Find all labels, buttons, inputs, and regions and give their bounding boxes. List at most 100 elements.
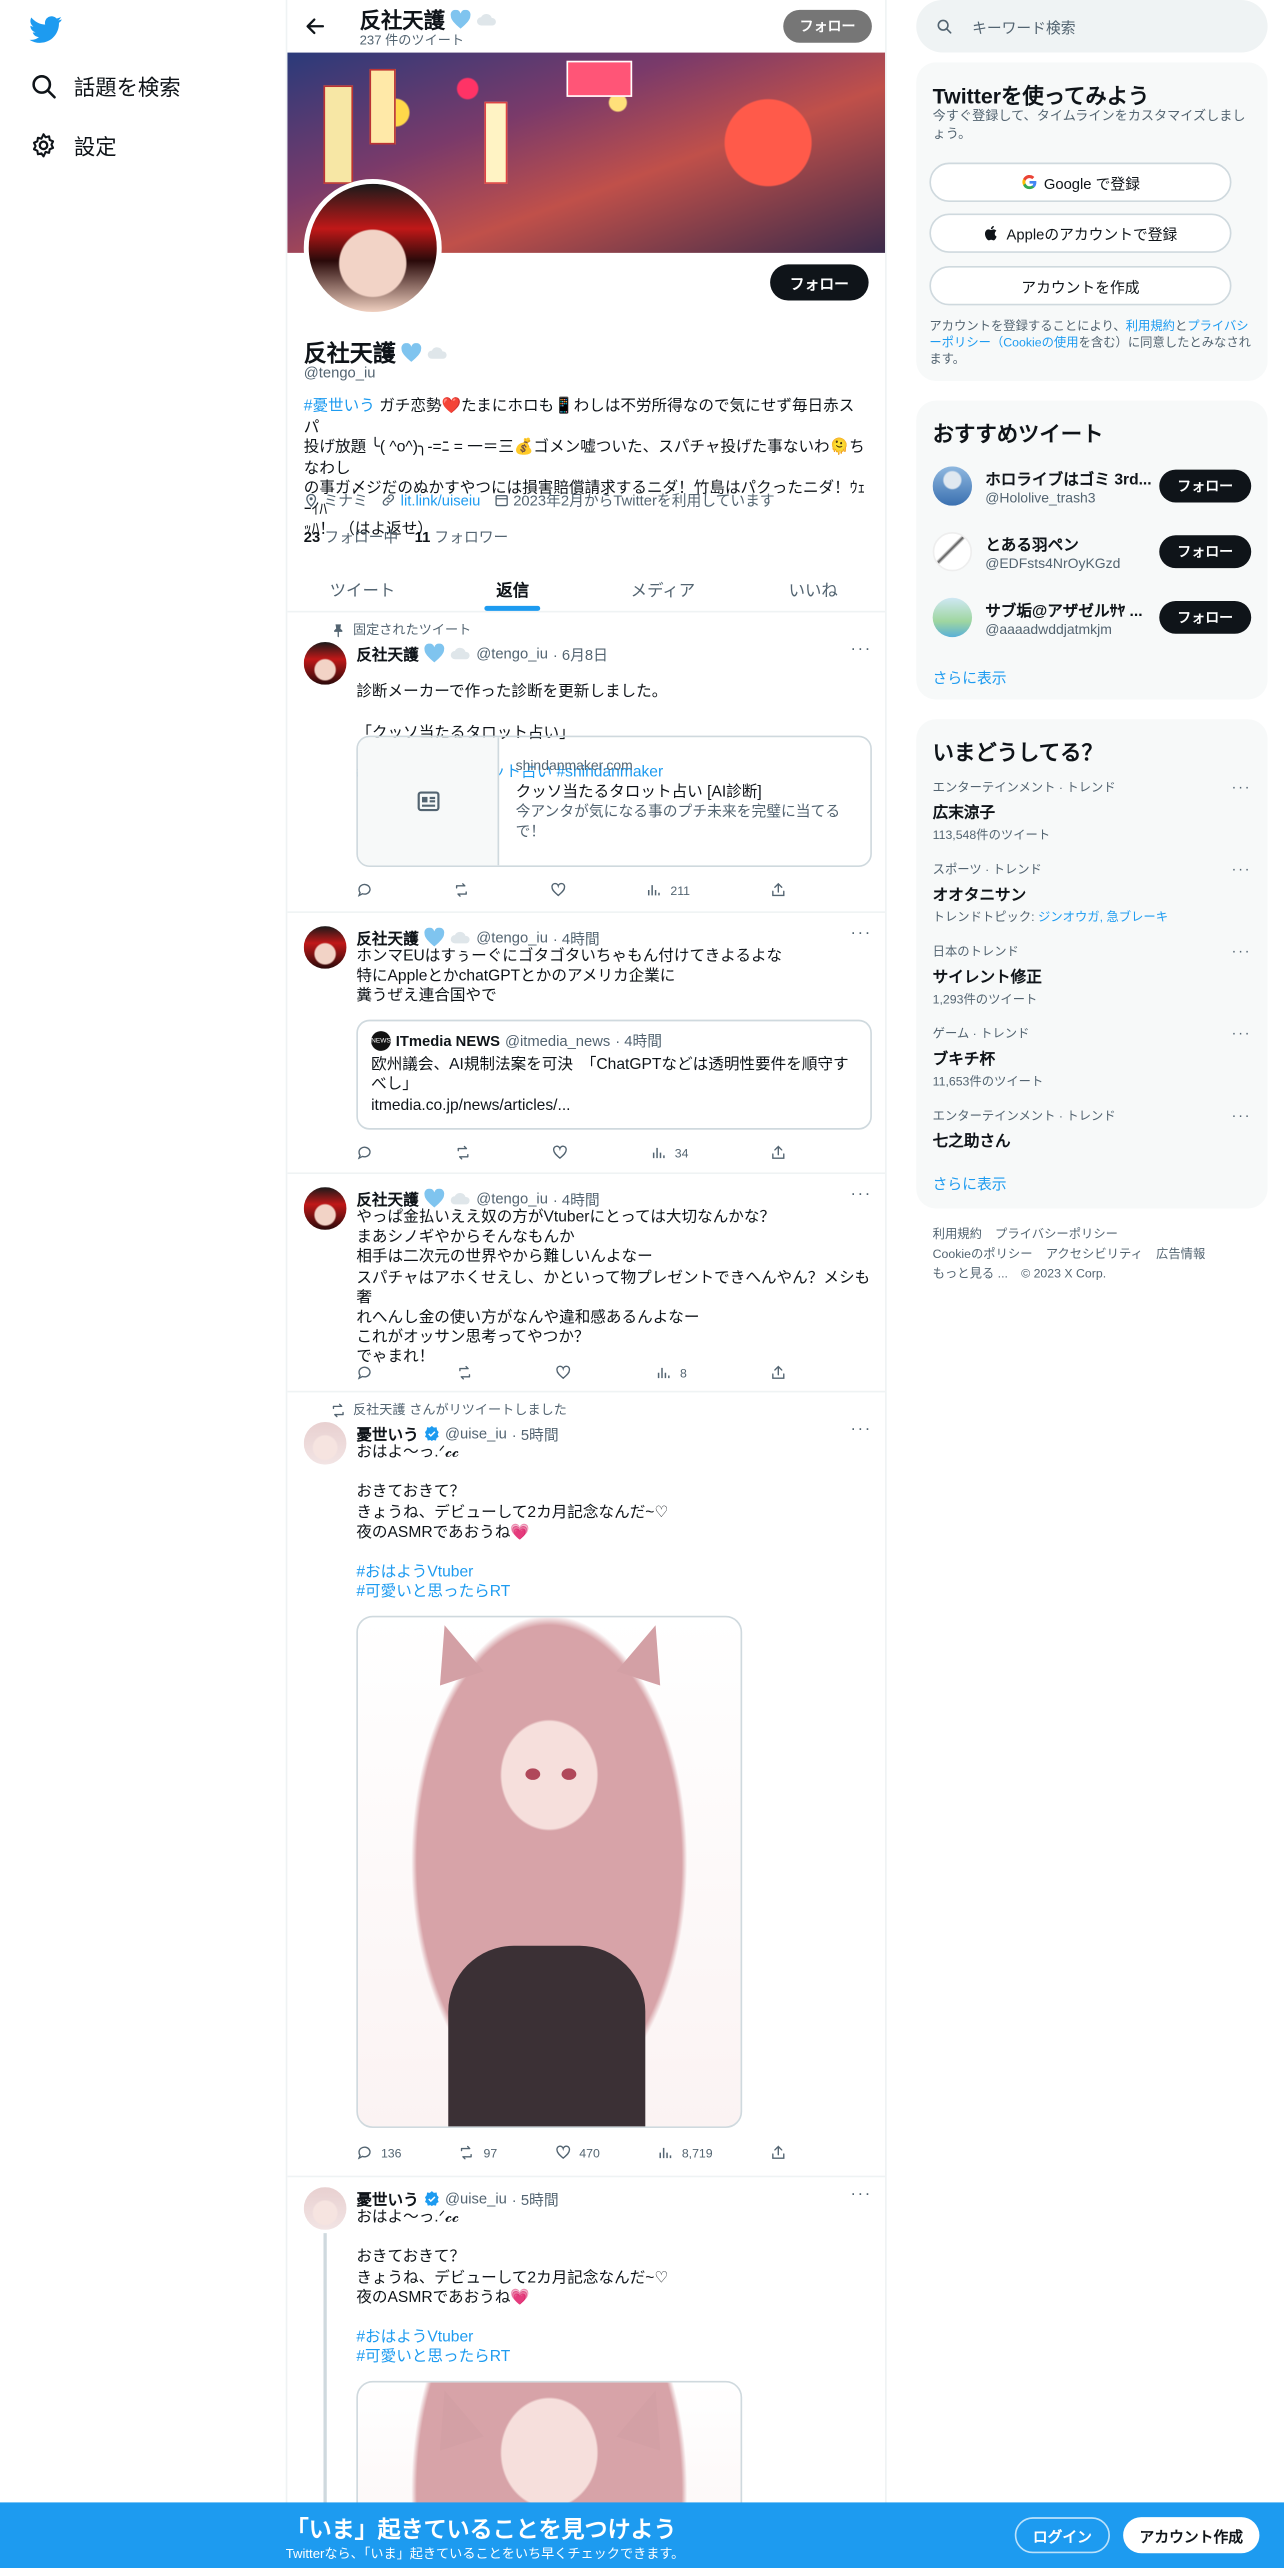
tweet[interactable]: 反社天護 @tengo_iu · 4時間 ··· ホンマEUはすぅーぐにゴタゴタ… [287, 913, 886, 1175]
tweet-time[interactable]: · 5時間 [512, 2188, 559, 2209]
recommended-account[interactable]: ホロライブはゴミ 3rd... @Hololive_trash3 フォロー [932, 466, 1252, 506]
tweet-time[interactable]: · 4時間 [553, 1188, 600, 1209]
retweet-button[interactable] [456, 1363, 472, 1383]
more-options-icon[interactable]: ··· [851, 924, 872, 942]
tab-tweets[interactable]: ツイート [287, 555, 437, 611]
follow-button[interactable]: フォロー [1159, 535, 1252, 569]
followers-link[interactable]: 11 フォロワー [415, 525, 509, 546]
tweet-avatar[interactable] [303, 2187, 347, 2230]
footer-cookie-link[interactable]: Cookieのポリシー [933, 1246, 1033, 1261]
nav-settings[interactable]: 設定 [30, 130, 117, 161]
hashtag-link[interactable]: #おはようVtuber [356, 2328, 872, 2348]
search-input[interactable]: キーワード検索 [916, 0, 1268, 53]
tweet[interactable]: 反社天護 さんがリツイートしました 憂世いう @uise_iu · 5時間 ··… [287, 1392, 886, 2178]
like-button[interactable] [549, 880, 565, 900]
more-options-icon[interactable]: ··· [851, 640, 872, 658]
show-more-link[interactable]: さらに表示 [933, 1172, 1007, 1193]
tweet-avatar[interactable] [303, 642, 347, 685]
trend-item[interactable]: 日本のトレンド サイレント修正 1,293件のツイート ··· [933, 943, 1252, 1009]
share-button[interactable] [770, 880, 786, 900]
cloud-icon [450, 647, 470, 660]
views-button[interactable]: 211 [646, 880, 690, 900]
retweet-button[interactable]: 97 [459, 2143, 497, 2163]
twitter-logo-icon[interactable] [29, 13, 63, 46]
follow-button[interactable]: フォロー [1159, 600, 1252, 634]
recommended-account[interactable]: サブ垢@アザゼルｻﾔ ... @aaaadwddjatmkjm フォロー [932, 597, 1252, 638]
create-account-button[interactable]: アカウントを作成 [929, 266, 1232, 306]
header-follow-button[interactable]: フォロー [783, 9, 872, 43]
retweet-button[interactable] [454, 1143, 470, 1163]
tweet-author-name[interactable]: 反社天護 [356, 926, 418, 949]
nav-explore[interactable]: 話題を検索 [30, 71, 181, 102]
reply-button[interactable] [356, 1363, 372, 1383]
trend-item[interactable]: エンターテインメント · トレンド 七之助さん ··· [933, 1107, 1252, 1151]
views-button[interactable]: 8 [655, 1363, 687, 1383]
more-options-icon[interactable]: ··· [1232, 778, 1252, 794]
views-button[interactable]: 8,719 [657, 2143, 713, 2163]
like-button[interactable]: 470 [555, 2143, 600, 2163]
hashtag-link[interactable]: #可愛いと思ったらRT [356, 1583, 872, 1603]
views-button[interactable]: 34 [650, 1143, 689, 1163]
tweet[interactable]: 固定されたツイート 反社天護 @tengo_iu · 6月8日 ··· 診断メー… [287, 612, 886, 913]
footer-accessibility-link[interactable]: アクセシビリティ [1046, 1246, 1143, 1261]
hashtag-link[interactable]: #可愛いと思ったらRT [356, 2348, 872, 2368]
share-button[interactable] [770, 2143, 786, 2163]
share-button[interactable] [770, 1143, 786, 1163]
reply-button[interactable]: 136 [356, 2143, 401, 2163]
profile-avatar[interactable] [303, 178, 442, 317]
more-options-icon[interactable]: ··· [851, 2186, 872, 2204]
footer-more-link[interactable]: もっと見る ... [933, 1266, 1008, 1281]
trend-item[interactable]: ゲーム · トレンド ブキチ杯 11,653件のツイート ··· [933, 1025, 1252, 1091]
tweet-avatar[interactable] [303, 926, 347, 969]
profile-bio: #憂世いう ガチ恋勢❤️たまにホロも📱わしは不労所得なので気にせず毎日赤スパ 投… [303, 397, 866, 539]
trend-topic-links[interactable]: ジンオウガ, 急ブレーキ [1038, 910, 1168, 925]
more-options-icon[interactable]: ··· [1232, 860, 1252, 876]
footer-terms-link[interactable]: 利用規約 [933, 1227, 982, 1242]
retweet-button[interactable] [453, 880, 469, 900]
tweet-author-name[interactable]: 反社天護 [356, 1187, 418, 1210]
quote-tweet[interactable]: NEWS ITmedia NEWS @itmedia_news · 4時間 欧州… [356, 1019, 872, 1130]
signup-button[interactable]: アカウント作成 [1123, 2517, 1260, 2554]
footer-ads-link[interactable]: 広告情報 [1156, 1246, 1205, 1261]
tab-media[interactable]: メディア [588, 555, 738, 611]
tweet-avatar[interactable] [303, 1421, 347, 1465]
show-more-link[interactable]: さらに表示 [933, 667, 1007, 688]
tweet-time[interactable]: · 5時間 [512, 1423, 559, 1444]
trend-item[interactable]: エンターテインメント · トレンド 広末涼子 113,548件のツイート ··· [933, 778, 1252, 844]
hashtag-link[interactable]: #おはようVtuber [356, 1563, 872, 1583]
tweet-author-name[interactable]: 憂世いう [356, 2187, 418, 2210]
tweet-time[interactable]: · 4時間 [553, 927, 600, 948]
tweet[interactable]: 反社天護 @tengo_iu · 4時間 ··· やっぱ金払いええ奴の方がVtu… [287, 1174, 886, 1393]
like-button[interactable] [552, 1143, 568, 1163]
footer-privacy-link[interactable]: プライバシーポリシー [995, 1227, 1118, 1242]
share-button[interactable] [770, 1363, 786, 1383]
tweet-author-name[interactable]: 憂世いう [356, 1422, 418, 1445]
tweet-image[interactable] [356, 1615, 743, 2129]
back-arrow-icon[interactable] [304, 15, 327, 38]
reply-button[interactable] [356, 880, 372, 900]
more-options-icon[interactable]: ··· [851, 1420, 872, 1438]
more-options-icon[interactable]: ··· [1232, 1025, 1252, 1041]
login-button[interactable]: ログイン [1014, 2517, 1111, 2554]
tweet-time[interactable]: · 6月8日 [553, 643, 608, 664]
tab-replies[interactable]: 返信 [438, 555, 588, 611]
follow-button[interactable]: フォロー [1159, 469, 1252, 503]
more-options-icon[interactable]: ··· [851, 1186, 872, 1204]
tab-likes[interactable]: いいね [738, 555, 885, 611]
follow-button[interactable]: フォロー [770, 264, 869, 301]
more-options-icon[interactable]: ··· [1232, 1107, 1252, 1123]
apple-signup-button[interactable]: Appleのアカウントで登録 [929, 213, 1232, 253]
bio-hashtag-link[interactable]: #憂世いう [304, 397, 375, 415]
terms-link[interactable]: 利用規約 [1126, 319, 1175, 334]
tweet-author-name[interactable]: 反社天護 [356, 642, 418, 665]
tweet-avatar[interactable] [303, 1187, 347, 1230]
google-signup-button[interactable]: Google で登録 [929, 162, 1232, 202]
like-button[interactable] [556, 1363, 572, 1383]
link-card[interactable]: shindanmaker.com クッソ当たるタロット占い [AI診断] 今アン… [356, 735, 872, 867]
profile-website[interactable]: lit.link/uiseiu [381, 492, 480, 508]
more-options-icon[interactable]: ··· [1232, 943, 1252, 959]
reply-button[interactable] [356, 1143, 372, 1163]
following-link[interactable]: 23 フォロー中 [304, 525, 398, 546]
trend-item[interactable]: スポーツ · トレンド オオタニサン トレンドトピック: ジンオウガ, 急ブレー… [933, 860, 1252, 926]
recommended-account[interactable]: とある羽ペン @EDFsts4NrOyKGzd フォロー [932, 532, 1252, 572]
